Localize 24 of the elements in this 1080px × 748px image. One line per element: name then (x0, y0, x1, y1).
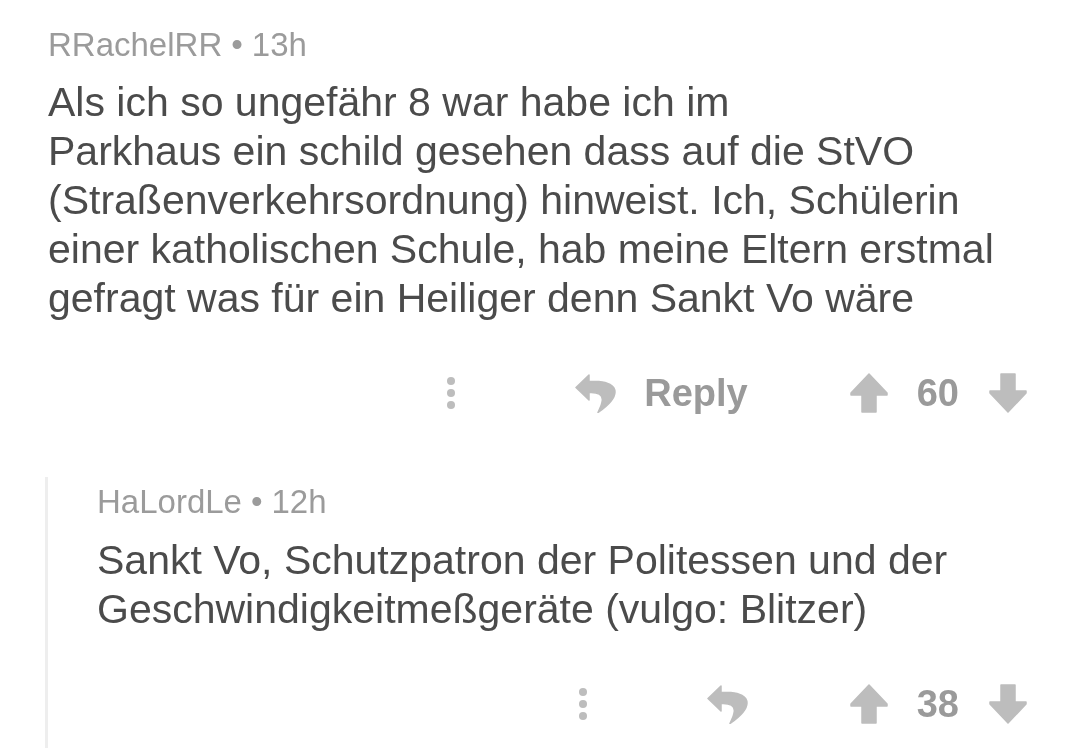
downvote-button[interactable] (989, 684, 1027, 724)
upvote-arrow-icon (849, 684, 888, 724)
comment-author[interactable]: RRachelRR (48, 27, 223, 63)
reply-button[interactable] (706, 684, 748, 724)
more-options-icon (577, 688, 588, 720)
downvote-arrow-icon (989, 684, 1027, 724)
reply-arrow-icon (575, 373, 617, 413)
upvote-button[interactable] (849, 684, 888, 724)
reply-arrow-icon (706, 684, 748, 724)
meta-separator: • (250, 484, 263, 520)
meta-separator: • (231, 27, 243, 63)
comment-age: 13h (251, 27, 307, 63)
vote-score: 38 (916, 682, 959, 726)
vote-score: 60 (916, 371, 959, 415)
comment-body: Als ich so ungefähr 8 war habe ich im Parkhaus ein schild gesehen dass auf die StVO (Straßenverkehrsordnung) hinweist. Ich, Schülerin einer katholischen Schule, hab meine Eltern erstmal gefragt was für ein Heiliger denn Sankt Vo wäre (48, 78, 994, 323)
comment-body: Sankt Vo, Schutzpatron der Politessen und der Geschwindigkeitmeßgeräte (vulgo: Blitzer) (97, 536, 948, 634)
reply-button[interactable]: Reply (575, 373, 748, 413)
comment-age: 12h (271, 484, 327, 520)
comment-author[interactable]: HaLordLe (97, 484, 242, 520)
downvote-button[interactable] (989, 373, 1027, 413)
upvote-arrow-icon (849, 373, 888, 413)
downvote-arrow-icon (989, 373, 1027, 413)
upvote-button[interactable] (849, 373, 888, 413)
more-options-icon (446, 377, 457, 409)
